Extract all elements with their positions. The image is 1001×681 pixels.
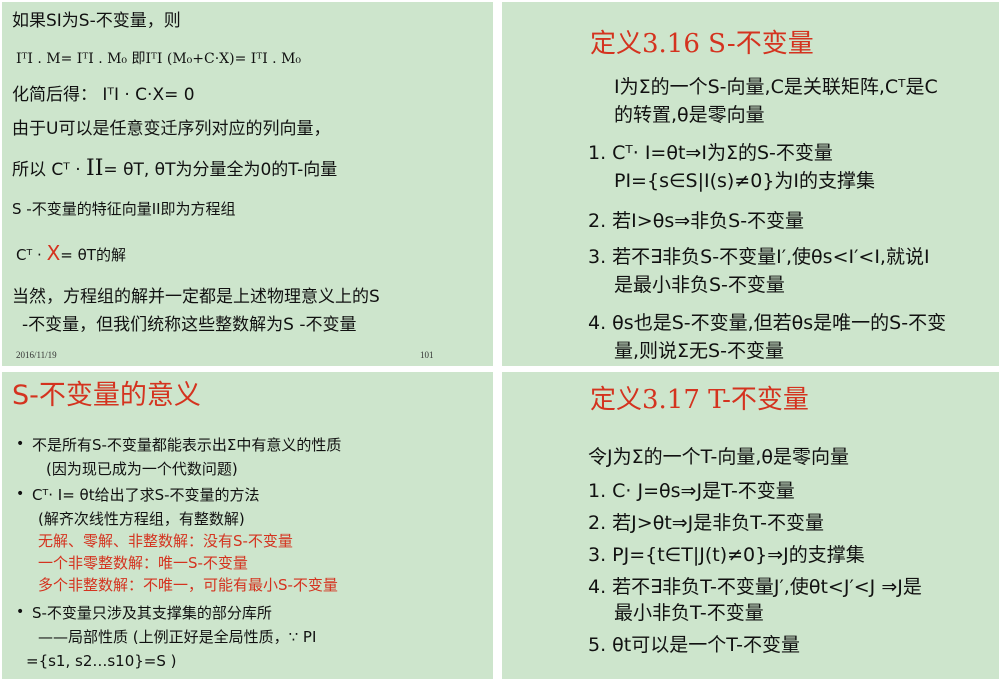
text-line: -不变量，但我们统称这些整数解为S -不变量 (22, 315, 357, 335)
bullet-icon: • (16, 486, 25, 502)
bullet-text: Cᵀ· I= θt给出了求S-不变量的方法 (32, 486, 260, 504)
highlight-text: 多个非整数解：不唯一，可能有最小S-不变量 (38, 576, 338, 594)
list-item: 3. PJ={t∈T|J(t)≠0}⇒J的支撑集 (588, 544, 865, 566)
bullet-text: S-不变量只涉及其支撑集的部分库所 (32, 604, 272, 622)
list-item: 4. θs也是S-不变量,但若θs是唯一的S-不变 (588, 312, 947, 334)
highlight-text: 无解、零解、非整数解：没有S-不变量 (38, 532, 293, 550)
equation-part: = θT的解 (60, 246, 126, 264)
text-line: 由于U可以是任意变迁序列对应的列向量， (12, 119, 331, 139)
list-item: 3. 若不∃非负S-不变量I′,使θs<I′<I,就说I (588, 246, 930, 268)
slide-title: S-不变量的意义 (12, 380, 201, 411)
equation-part: Cᵀ · (16, 246, 47, 264)
list-item: 5. θt可以是一个T-不变量 (588, 634, 800, 656)
list-item-detail: 最小非负T-不变量 (614, 602, 764, 624)
list-item: 2. 若J>θt⇒J是非负T-不变量 (588, 512, 825, 534)
bullet-icon: • (16, 436, 25, 452)
slide-definition-3-17: 定义3.17 T-不变量 令J为Σ的一个T-向量,θ是零向量 1. C· J=θ… (502, 372, 999, 679)
text-line: 的转置,θ是零向量 (614, 104, 765, 126)
bullet-text: (因为现已成为一个代数问题) (46, 460, 238, 478)
bullet-text: 不是所有S-不变量都能表示出Σ中有意义的性质 (32, 436, 342, 454)
equation-symbol: X (46, 241, 61, 265)
slide-definition-3-16: 定义3.16 S-不变量 I为Σ的一个S-向量,C是关联矩阵,Cᵀ是C 的转置,… (502, 2, 999, 366)
bullet-text: (解齐次线性方程组，有整数解) (38, 510, 245, 528)
equation-part: = θT, θT为分量全为0的T-向量 (103, 160, 338, 180)
text-line: S -不变量的特征向量II即为方程组 (12, 200, 236, 218)
slide-title: 定义3.16 S-不变量 (590, 29, 814, 59)
bullet-text: ={s1, s2…s10}=S ) (26, 652, 177, 670)
highlight-text: 一个非零整数解：唯一S-不变量 (38, 554, 248, 572)
equation-symbol: II (86, 156, 104, 181)
text-line: I为Σ的一个S-向量,C是关联矩阵,Cᵀ是C (614, 76, 938, 98)
slide-s-invariant-derivation: 如果SI为S-不变量，则 IᵀI . M= IᵀI . M₀ 即IᵀI (M₀+… (2, 2, 493, 366)
text-line: 令J为Σ的一个T-向量,θ是零向量 (588, 446, 849, 468)
text-line: 如果SI为S-不变量，则 (12, 11, 181, 31)
equation-line: IᵀI . M= IᵀI . M₀ 即IᵀI (M₀+C·X)= IᵀI . M… (16, 51, 302, 67)
list-item: 1. C· J=θs⇒J是T-不变量 (588, 480, 795, 502)
list-item-detail: PI={s∈S|I(s)≠0}为I的支撑集 (614, 170, 876, 192)
equation-line: Cᵀ · X= θT的解 (16, 242, 126, 266)
list-item-detail: 是最小非负S-不变量 (614, 274, 785, 296)
text-line: 当然，方程组的解并一定都是上述物理意义上的S (12, 287, 380, 307)
list-item: 2. 若I>θs⇒非负S-不变量 (588, 210, 805, 232)
bullet-text: ——局部性质 (上例正好是全局性质，∵ PI (38, 628, 317, 646)
slide-title: 定义3.17 T-不变量 (590, 385, 809, 415)
list-item: 4. 若不∃非负T-不变量J′,使θt<J′<J ⇒J是 (588, 576, 922, 598)
slide-page-number: 101 (420, 350, 434, 360)
equation-part: 所以 Cᵀ · (12, 160, 87, 180)
list-item: 1. Cᵀ· I=θt⇒I为Σ的S-不变量 (588, 142, 833, 164)
list-item-detail: 量,则说Σ无S-不变量 (614, 340, 784, 362)
slide-date: 2016/11/19 (16, 350, 57, 360)
equation-line: 所以 Cᵀ · II= θT, θT为分量全为0的T-向量 (12, 158, 337, 181)
bullet-icon: • (16, 604, 25, 620)
slide-s-invariant-meaning: S-不变量的意义 • 不是所有S-不变量都能表示出Σ中有意义的性质 (因为现已成… (2, 372, 493, 679)
text-line: 化简后得： IᵀI · C·X= 0 (12, 85, 195, 105)
